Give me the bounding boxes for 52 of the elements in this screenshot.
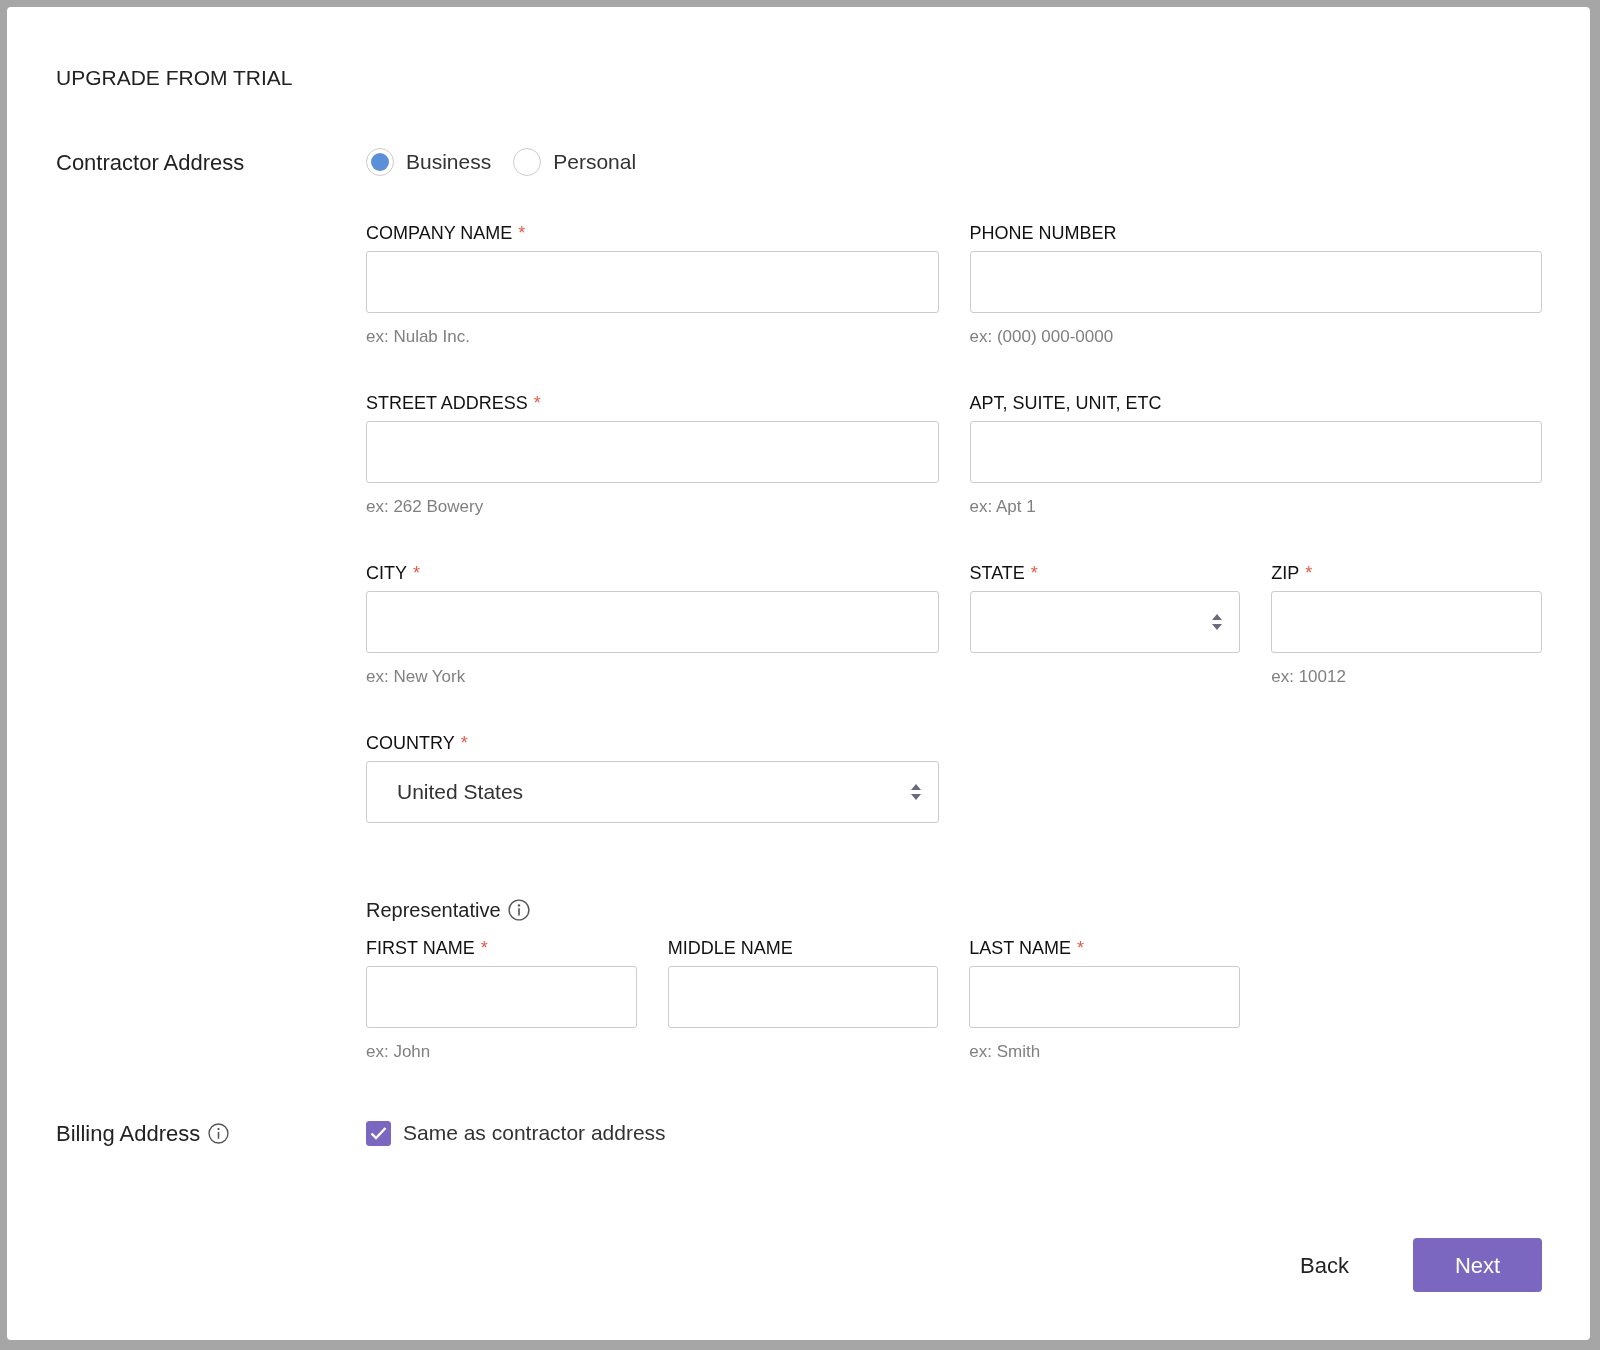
hint-text: ex: 262 Bowery bbox=[366, 495, 485, 518]
section-label: Billing Address bbox=[56, 1119, 201, 1148]
field-label: MIDDLE NAME bbox=[667, 937, 793, 958]
info-icon bbox=[208, 1122, 230, 1144]
radio-label[interactable]: Business bbox=[406, 146, 492, 178]
hint-text: ex: New York bbox=[366, 665, 467, 688]
field-label: STATE bbox=[969, 562, 1025, 583]
hint-text: ex: Nulab Inc. bbox=[366, 325, 471, 348]
required-asterisk: * bbox=[1030, 562, 1038, 583]
select-field[interactable]: United States bbox=[366, 760, 939, 823]
input-field[interactable] bbox=[969, 250, 1542, 313]
field-label: PHONE NUMBER bbox=[969, 222, 1117, 243]
back-button[interactable]: Back bbox=[1284, 1238, 1365, 1292]
checkbox-label[interactable]: Same as contractor address bbox=[403, 1117, 666, 1149]
select-value: United States bbox=[397, 778, 524, 805]
checkbox[interactable] bbox=[366, 1120, 391, 1146]
dialog-title: UPGRADE FROM TRIAL bbox=[56, 65, 294, 91]
input-field[interactable] bbox=[667, 965, 939, 1028]
required-asterisk: * bbox=[533, 392, 541, 413]
select-field[interactable] bbox=[969, 590, 1241, 653]
required-asterisk: * bbox=[413, 562, 421, 583]
field-label: LAST NAME bbox=[969, 937, 1072, 958]
input-field[interactable] bbox=[366, 965, 637, 1028]
field-label: ZIP bbox=[1271, 562, 1300, 583]
input-field[interactable] bbox=[969, 965, 1240, 1028]
input-field[interactable] bbox=[366, 250, 939, 313]
required-asterisk: * bbox=[1077, 937, 1085, 958]
field-label: COUNTRY bbox=[366, 732, 455, 753]
required-asterisk: * bbox=[518, 222, 526, 243]
hint-text: ex: Smith bbox=[969, 1040, 1042, 1063]
input-field[interactable] bbox=[366, 590, 939, 653]
field-label: FIRST NAME bbox=[366, 937, 475, 958]
hint-text: ex: (000) 000-0000 bbox=[969, 325, 1115, 348]
input-field[interactable] bbox=[969, 420, 1542, 483]
checkmark-icon bbox=[370, 1126, 387, 1141]
radio-label[interactable]: Personal bbox=[553, 146, 637, 178]
field-label: APT, SUITE, UNIT, ETC bbox=[969, 392, 1162, 413]
hint-text: ex: 10012 bbox=[1271, 665, 1347, 688]
field-label: STREET ADDRESS bbox=[366, 392, 528, 413]
next-button[interactable]: Next bbox=[1413, 1238, 1542, 1292]
section-label: Contractor Address bbox=[56, 149, 245, 178]
required-asterisk: * bbox=[460, 732, 468, 753]
info-icon bbox=[507, 898, 530, 921]
input-field[interactable] bbox=[366, 420, 939, 483]
required-asterisk: * bbox=[1305, 562, 1313, 583]
required-asterisk: * bbox=[480, 937, 488, 958]
field-label: CITY bbox=[366, 562, 407, 583]
hint-text: ex: Apt 1 bbox=[969, 495, 1037, 518]
hint-text: ex: John bbox=[366, 1040, 432, 1063]
subsection-label: Representative bbox=[366, 897, 501, 923]
input-field[interactable] bbox=[1271, 590, 1542, 653]
field-label: COMPANY NAME bbox=[366, 222, 513, 243]
